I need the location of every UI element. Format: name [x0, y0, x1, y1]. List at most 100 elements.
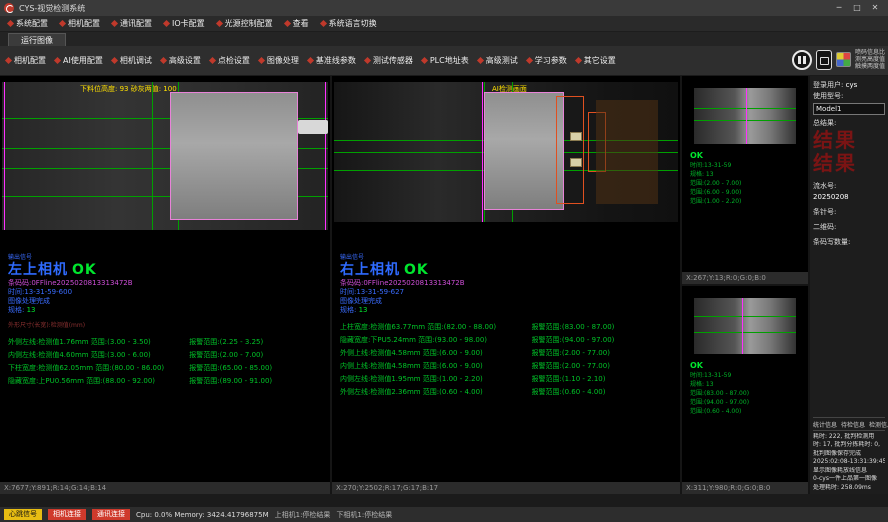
maximize-button[interactable]: □	[848, 0, 866, 16]
dimension-note: 外形尺寸(长宽):检测值(mm)	[8, 322, 326, 330]
roi-edge-line	[746, 88, 747, 144]
diamond-icon	[575, 57, 582, 64]
stats-tab-statistics[interactable]: 统计信息	[813, 420, 837, 429]
stats-tab-pending[interactable]: 待检信息	[841, 420, 865, 429]
diamond-icon	[216, 20, 223, 27]
measurement-alarm: 报警范围:(94.00 - 97.00)	[532, 334, 676, 347]
left-result-block: 输出信号 左上相机OK 条码码:0FFline2025020813313472B…	[8, 254, 326, 388]
preview-column: OK 时间:13-31-59 规格: 13 范围:(2.00 - 7.00) 范…	[682, 76, 808, 494]
stats-line: 耗时: 222, 批判检测用	[813, 433, 885, 442]
measurement-alarm: 报警范围:(65.00 - 85.00)	[189, 362, 326, 375]
heartbeat-indicator: 心跳信号	[4, 509, 42, 520]
color-grid-button[interactable]	[836, 52, 851, 67]
guide-line	[694, 332, 796, 333]
time-text: 时间:13-31-59-600	[8, 288, 326, 297]
close-button[interactable]: ✕	[866, 0, 884, 16]
menu-item-language[interactable]: 系统语言切换	[321, 18, 377, 29]
tool-camera-debug[interactable]: 相机调试	[112, 55, 152, 66]
diamond-icon	[284, 20, 291, 27]
menu-item-view[interactable]: 查看	[285, 18, 309, 29]
tool-label: 相机调试	[120, 55, 152, 66]
app-logo-icon	[4, 3, 14, 13]
camera-connection-indicator: 相机连接	[48, 509, 86, 520]
menu-item-light-config[interactable]: 光源控制配置	[217, 18, 273, 29]
login-user-value: cys	[846, 81, 858, 89]
left-camera-image[interactable]: 下料位高度: 93 砂灰两值: 100	[2, 82, 328, 230]
connector-part	[298, 120, 328, 134]
roi-edge-line	[325, 82, 326, 230]
diamond-icon	[7, 20, 14, 27]
measurement-value: 下柱宽度:检测值62.05mm 范围:(80.00 - 86.00)	[8, 362, 189, 375]
right-camera-image[interactable]: AI检测画面	[334, 82, 678, 222]
tab-run-image[interactable]: 运行图像	[8, 33, 66, 46]
ok-status: OK	[72, 262, 97, 278]
menu-item-comm-config[interactable]: 通讯配置	[112, 18, 152, 29]
diamond-icon	[5, 57, 12, 64]
diamond-icon	[111, 57, 118, 64]
guide-line-vertical	[152, 82, 153, 230]
measurement-row: 内侧左线:检测值1.95mm 范围:(1.00 - 2.20) 报警范围:(1.…	[340, 373, 676, 386]
tool-label: 点检设置	[218, 55, 250, 66]
menu-item-label: 系统语言切换	[329, 18, 377, 29]
stats-tabs: 统计信息 待检信息 检测信息	[813, 420, 885, 431]
inspected-part	[170, 92, 298, 220]
bottom-camera-status: 下相机1:停检结果	[336, 510, 392, 520]
diamond-icon	[477, 57, 484, 64]
toolbar: 相机配置 AI使用配置 相机调试 高级设置 点检设置 图像处理 基准线参数 测试…	[0, 46, 888, 76]
tool-baseline-params[interactable]: 基准线参数	[308, 55, 356, 66]
diamond-icon	[160, 57, 167, 64]
menu-item-system-config[interactable]: 系统配置	[8, 18, 48, 29]
pin-label: 条针号:	[813, 207, 885, 218]
model-label: 使用型号:	[813, 91, 885, 102]
total-result-text: 结果	[813, 129, 885, 152]
tool-learning-params[interactable]: 学习参数	[527, 55, 567, 66]
tool-test-sensor[interactable]: 测试传感器	[365, 55, 413, 66]
spec-line: 规格: 13	[340, 306, 676, 315]
camera-snapshot-button[interactable]	[816, 50, 832, 70]
minimize-button[interactable]: ─	[830, 0, 848, 16]
preview-bottom-camera[interactable]: OK 时间:13-31-59 规格: 13 范围:(83.00 - 87.00)…	[682, 286, 808, 494]
tool-label: 相机配置	[14, 55, 46, 66]
tool-other-settings[interactable]: 其它设置	[576, 55, 616, 66]
measurement-value: 外侧上线:检测值4.58mm 范围:(6.00 - 9.00)	[340, 347, 532, 360]
measurement-alarm: 报警范围:(1.10 - 2.10)	[532, 373, 676, 386]
tool-advanced-settings[interactable]: 高级设置	[161, 55, 201, 66]
spec-label: 规格:	[340, 306, 356, 314]
main-area: 下料位高度: 93 砂灰两值: 100 输出信号 左上相机OK 条码码:0FFl…	[0, 76, 888, 494]
tool-advanced-test[interactable]: 高级测试	[478, 55, 518, 66]
tool-camera-config[interactable]: 相机配置	[6, 55, 46, 66]
measurement-list: 外侧左线:检测值1.76mm 范围:(3.00 - 3.50) 报警范围:(2.…	[8, 336, 326, 388]
caption-line: 触摸两度值	[855, 63, 885, 70]
diamond-icon	[111, 20, 118, 27]
menu-item-label: IO卡配置	[172, 18, 205, 29]
measurement-value: 上柱宽度:检测值63.77mm 范围:(82.00 - 88.00)	[340, 321, 532, 334]
measurement-alarm: 报警范围:(0.60 - 4.00)	[532, 386, 676, 399]
tool-plc-address[interactable]: PLC地址表	[422, 55, 469, 66]
spec-line: 规格: 13	[8, 306, 326, 315]
process-status-text: 图像处理完成	[8, 297, 326, 306]
pause-button[interactable]	[792, 50, 812, 70]
tool-image-processing[interactable]: 图像处理	[259, 55, 299, 66]
serial-label: 流水号:	[813, 181, 885, 192]
menu-item-camera-config[interactable]: 相机配置	[60, 18, 100, 29]
roi-edge-line	[742, 298, 743, 354]
stats-line: 处理耗时: 258.09ms	[813, 484, 885, 493]
stats-tab-detection[interactable]: 检测信息	[869, 420, 888, 429]
toolbar-captions: 喷码信息比 测亮高度值 触摸两度值	[855, 49, 885, 70]
preview-top-image	[694, 88, 796, 144]
preview-text-line: 范围:(2.00 - 7.00)	[682, 179, 808, 188]
diamond-icon	[364, 57, 371, 64]
inspected-part	[484, 92, 564, 210]
menu-item-label: 通讯配置	[120, 18, 152, 29]
tool-spot-check[interactable]: 点检设置	[210, 55, 250, 66]
preview-top-camera[interactable]: OK 时间:13-31-59 规格: 13 范围:(2.00 - 7.00) 范…	[682, 76, 808, 284]
diamond-icon	[54, 57, 61, 64]
roi-edge-line	[4, 82, 5, 230]
total-result-text: 结果	[813, 152, 885, 175]
menu-item-io-config[interactable]: IO卡配置	[164, 18, 205, 29]
model-select[interactable]: Model1	[813, 103, 885, 115]
right-result-block: 输出信号 右上相机OK 条码码:0FFline2025020813313472B…	[340, 254, 676, 399]
window-controls: ─ □ ✕	[830, 0, 884, 16]
measurement-value: 隐藏宽度:上PU0.56mm 范围:(88.00 - 92.00)	[8, 375, 189, 388]
tool-ai-config[interactable]: AI使用配置	[55, 55, 103, 66]
